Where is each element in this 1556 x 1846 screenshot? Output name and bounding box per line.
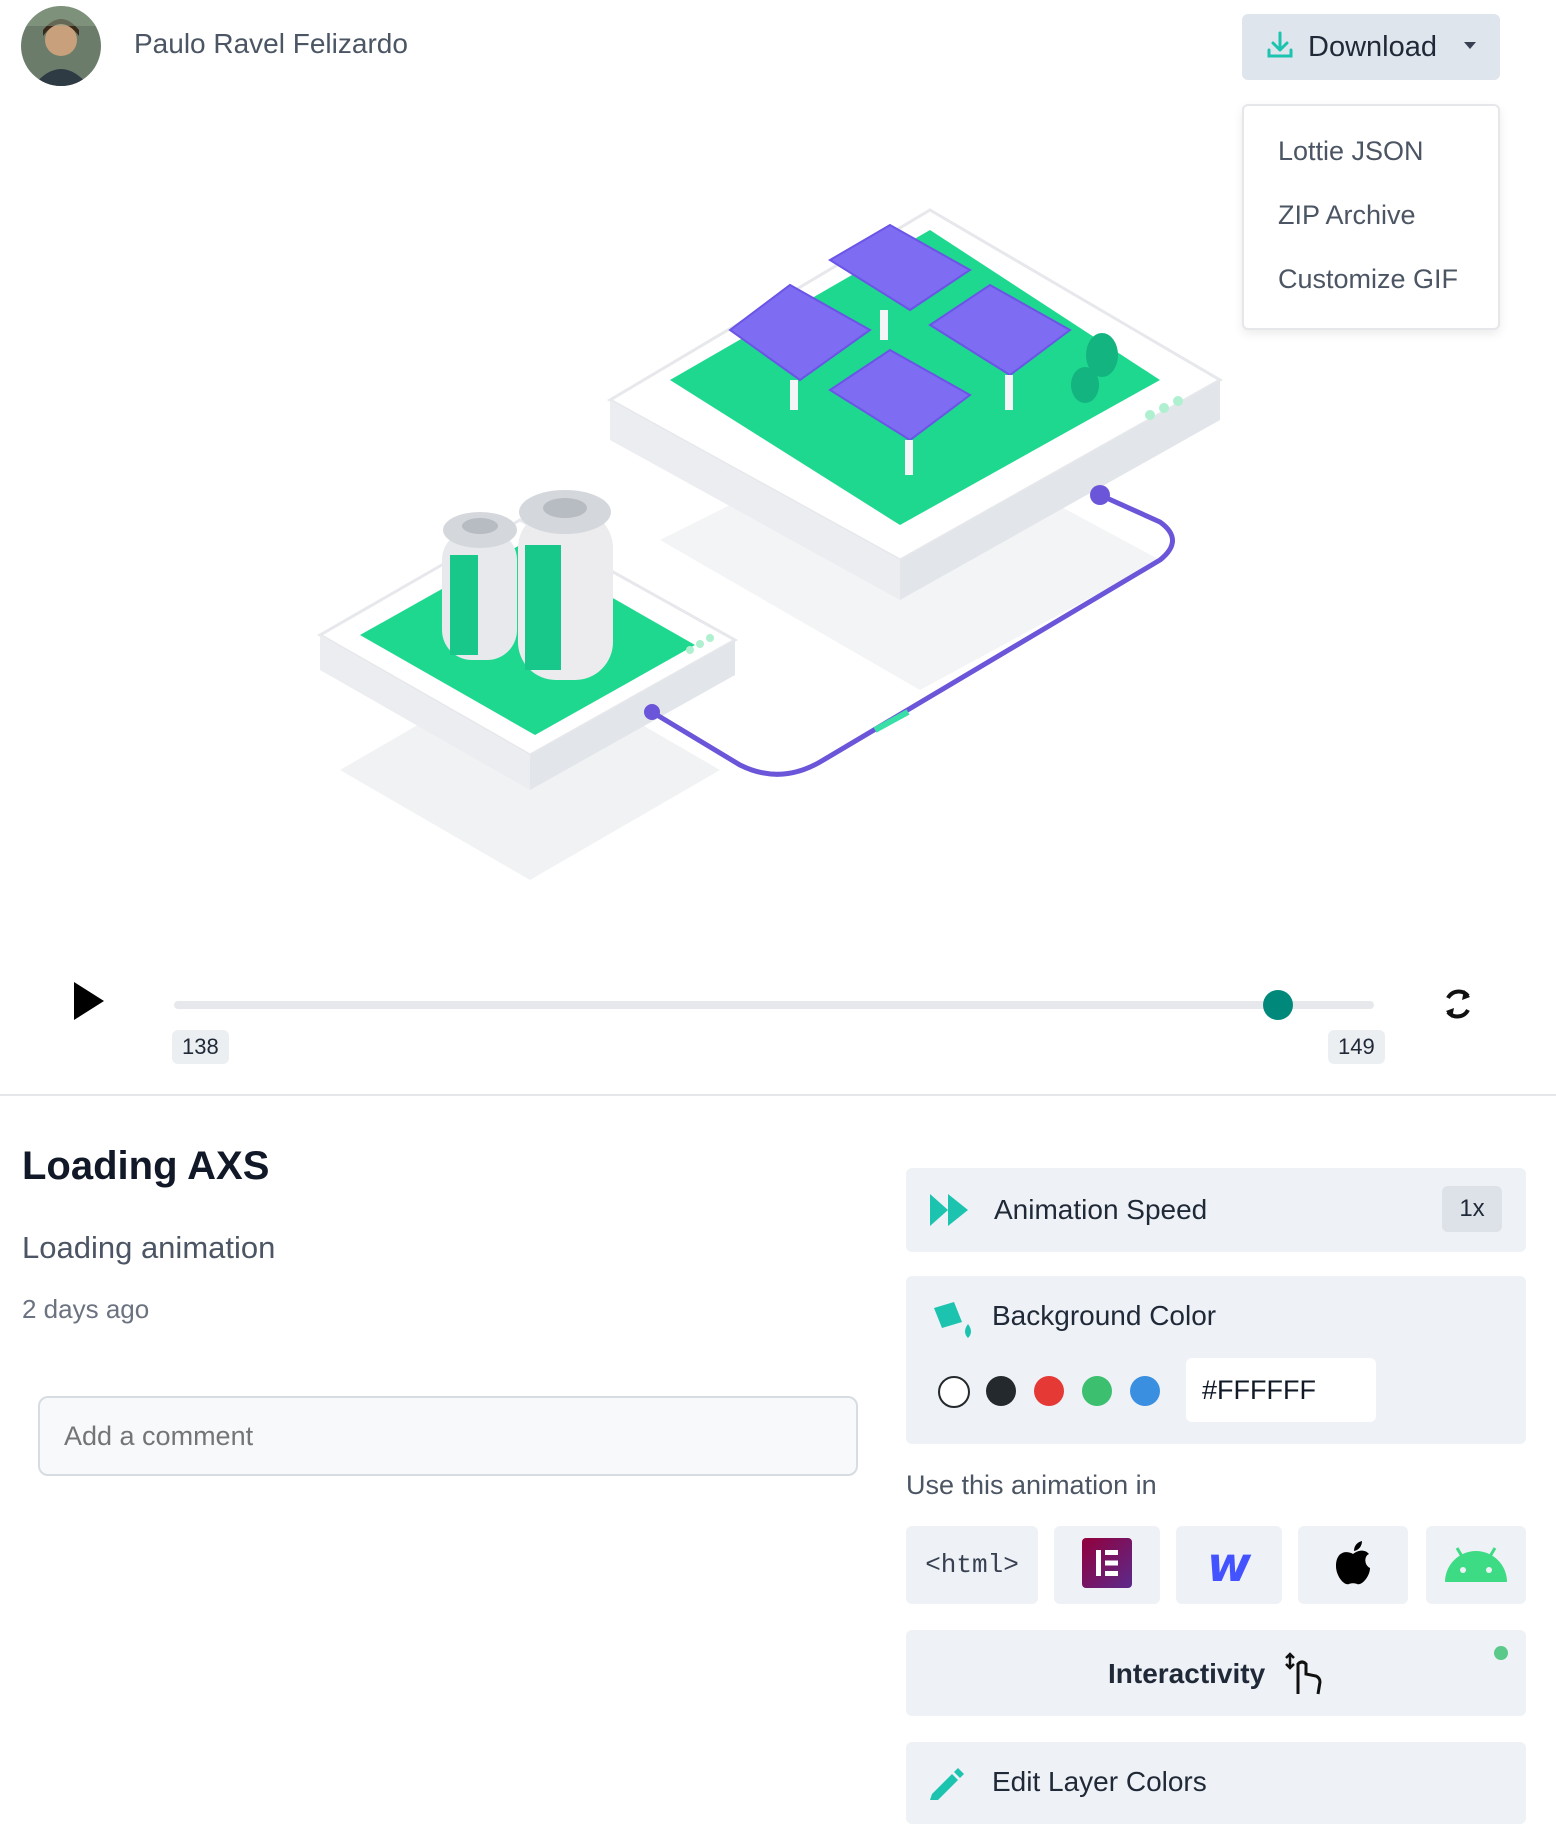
background-color-label: Background Color — [992, 1300, 1217, 1331]
elementor-icon — [1082, 1537, 1132, 1593]
paint-bucket-icon — [930, 1298, 976, 1347]
swatch-black[interactable] — [986, 1376, 1016, 1406]
animation-description: Loading animation — [22, 1230, 276, 1265]
timeline-track[interactable] — [174, 1001, 1374, 1009]
play-button[interactable] — [72, 980, 106, 1027]
gesture-icon — [1282, 1650, 1326, 1701]
total-frames-label: 149 — [1328, 1030, 1385, 1064]
platform-webflow[interactable]: w — [1176, 1526, 1282, 1604]
current-frame-label: 138 — [172, 1030, 229, 1064]
swatch-green[interactable] — [1082, 1376, 1112, 1406]
download-icon — [1266, 30, 1294, 65]
download-button[interactable]: Download — [1242, 14, 1500, 80]
speed-value-badge[interactable]: 1x — [1442, 1186, 1502, 1232]
interactivity-label: Interactivity — [1108, 1658, 1266, 1689]
menu-item-lottie-json[interactable]: Lottie JSON — [1278, 136, 1424, 167]
platform-elementor[interactable] — [1054, 1526, 1160, 1604]
section-divider — [0, 1094, 1556, 1096]
posted-time: 2 days ago — [22, 1294, 150, 1324]
swatch-white[interactable] — [938, 1376, 970, 1408]
menu-item-customize-gif[interactable]: Customize GIF — [1278, 264, 1458, 295]
comment-input[interactable] — [38, 1396, 858, 1476]
android-icon — [1441, 1540, 1511, 1591]
menu-item-zip-archive[interactable]: ZIP Archive — [1278, 200, 1416, 231]
timeline-knob[interactable] — [1263, 990, 1293, 1020]
animation-speed-label: Animation Speed — [994, 1194, 1208, 1225]
interactivity-status-dot — [1494, 1646, 1508, 1660]
use-animation-in-label: Use this animation in — [906, 1470, 1157, 1500]
webflow-icon: w — [1206, 1537, 1252, 1593]
html-tag-label: <html> — [925, 1550, 1019, 1580]
swatch-red[interactable] — [1034, 1376, 1064, 1406]
edit-layer-colors-button[interactable]: Edit Layer Colors — [906, 1742, 1526, 1824]
background-hex-input[interactable]: #FFFFFF — [1186, 1358, 1376, 1422]
caret-down-icon — [1463, 38, 1477, 56]
apple-icon — [1334, 1540, 1372, 1591]
platform-html[interactable]: <html> — [906, 1526, 1038, 1604]
animation-preview — [300, 200, 1250, 900]
author-avatar[interactable] — [21, 6, 101, 86]
swatch-blue[interactable] — [1130, 1376, 1160, 1406]
author-name[interactable]: Paulo Ravel Felizardo — [134, 28, 408, 60]
fast-forward-icon — [928, 1190, 972, 1235]
animation-speed-card[interactable]: Animation Speed 1x — [906, 1168, 1526, 1252]
pencil-icon — [928, 1766, 964, 1807]
platform-ios[interactable] — [1298, 1526, 1408, 1604]
animation-title: Loading AXS — [22, 1144, 270, 1188]
download-menu: Lottie JSON ZIP Archive Customize GIF — [1242, 104, 1500, 330]
platform-android[interactable] — [1426, 1526, 1526, 1604]
loop-icon[interactable] — [1440, 984, 1476, 1029]
edit-layer-colors-label: Edit Layer Colors — [992, 1766, 1207, 1797]
download-label: Download — [1308, 30, 1437, 63]
interactivity-button[interactable]: Interactivity — [906, 1630, 1526, 1716]
